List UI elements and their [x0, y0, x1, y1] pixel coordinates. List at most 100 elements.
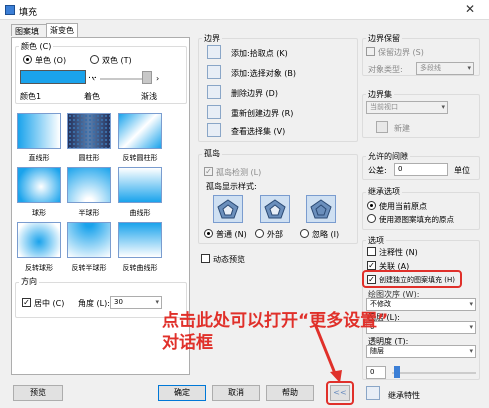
- angle-label: 角度 (L):: [78, 299, 110, 308]
- boundary-set-title: 边界集: [366, 89, 394, 100]
- object-type-value: 多段线: [420, 64, 441, 72]
- select-objects-icon[interactable]: [207, 65, 221, 79]
- island-normal-radio[interactable]: [204, 229, 213, 238]
- transparency-slider-track[interactable]: [392, 372, 476, 374]
- chevron-down-icon: ▾: [469, 347, 473, 355]
- color-group-title: 颜色 (C): [19, 41, 54, 52]
- gradient-label: 曲线形: [129, 209, 151, 217]
- annotative-checkbox[interactable]: [367, 247, 376, 256]
- separate-label: 创建独立的图案填充 (H): [379, 276, 455, 284]
- gradient-linear[interactable]: [17, 113, 61, 149]
- island-outer-radio[interactable]: [255, 229, 264, 238]
- cancel-button[interactable]: 取消: [212, 385, 260, 401]
- island-ignore-icon[interactable]: [306, 195, 336, 223]
- shade-slider-thumb[interactable]: [142, 71, 152, 84]
- chevron-down-icon: ▾: [469, 300, 473, 308]
- annotation-line2: 对话框: [162, 333, 213, 353]
- pentagon-icon: [264, 199, 286, 219]
- chevron-left-icon[interactable]: ‹: [92, 74, 95, 83]
- chevron-down-icon: ▾: [467, 64, 471, 72]
- gradient-invsphere[interactable]: [17, 222, 61, 258]
- island-ignore-radio[interactable]: [300, 229, 309, 238]
- chevron-down-icon: ▾: [155, 298, 159, 306]
- gradient-label: 反转圆柱形: [122, 154, 158, 162]
- select-objects-label[interactable]: 添加:选择对象 (B): [231, 68, 296, 79]
- new-boundary-set-icon[interactable]: [376, 121, 388, 133]
- tolerance-unit: 单位: [454, 166, 470, 175]
- tab-hatch[interactable]: 图案填充: [11, 24, 47, 47]
- gap-title: 允许的间隙: [366, 151, 410, 162]
- island-detect-checkbox[interactable]: ✓: [204, 167, 213, 176]
- new-boundary-set-label[interactable]: 新建: [394, 123, 410, 134]
- transparency-slider-thumb[interactable]: [394, 366, 400, 378]
- center-checkbox[interactable]: ✓: [22, 298, 31, 307]
- gradient-curved[interactable]: [118, 167, 162, 203]
- gradient-hemisphere[interactable]: [67, 167, 111, 203]
- boundary-title: 边界: [202, 33, 222, 44]
- dynamic-preview-label: 动态预览: [213, 255, 245, 264]
- island-style-label: 孤岛显示样式:: [206, 182, 257, 191]
- chevron-down-icon: ▾: [441, 103, 445, 111]
- use-source-origin-label: 使用源图案填充的原点: [379, 215, 454, 224]
- dynamic-preview-checkbox[interactable]: [201, 254, 210, 263]
- angle-select[interactable]: 30 ▾: [110, 296, 162, 309]
- gradient-invcylinder[interactable]: [118, 113, 162, 149]
- chevron-right-icon[interactable]: ›: [156, 74, 159, 83]
- inherit-title: 继承选项: [366, 186, 402, 197]
- single-color-label: 单色 (O): [35, 56, 67, 65]
- annotation-arrow-icon: [313, 323, 342, 383]
- object-type-select[interactable]: 多段线 ▾: [416, 62, 474, 75]
- angle-value: 30: [114, 298, 123, 306]
- recreate-boundary-label[interactable]: 重新创建边界 (R): [231, 108, 293, 119]
- title-bar: [0, 0, 489, 20]
- tolerance-input[interactable]: 0: [394, 163, 448, 176]
- dual-color-radio[interactable]: [90, 55, 99, 64]
- boundary-keep-title: 边界保留: [366, 33, 402, 44]
- separate-checkbox[interactable]: ✓: [367, 275, 376, 284]
- island-detect-label: 孤岛检测 (L): [216, 168, 262, 177]
- transparency-number[interactable]: 0: [366, 366, 386, 379]
- light-label: 渐浅: [141, 92, 157, 101]
- tab-gradient[interactable]: 渐变色: [46, 23, 78, 37]
- use-source-origin-radio[interactable]: [367, 214, 376, 223]
- view-selection-label[interactable]: 查看选择集 (V): [231, 126, 285, 137]
- gradient-invhemisphere[interactable]: [67, 222, 111, 258]
- help-button[interactable]: 帮助: [266, 385, 314, 401]
- gradient-label: 反转曲线形: [122, 264, 158, 272]
- transparency-value: 随层: [370, 347, 384, 355]
- pick-points-icon[interactable]: [207, 45, 221, 59]
- recreate-boundary-icon[interactable]: [207, 105, 221, 119]
- boundary-set-select[interactable]: 当前视口 ▾: [366, 101, 448, 114]
- view-selection-icon[interactable]: [207, 123, 221, 137]
- island-outer-icon[interactable]: [260, 195, 290, 223]
- dual-color-label: 双色 (T): [102, 56, 132, 65]
- island-normal-label: 普通 (N): [216, 230, 247, 239]
- ok-button[interactable]: 确定: [158, 385, 206, 401]
- single-color-radio[interactable]: [23, 55, 32, 64]
- transparency-select[interactable]: 随层 ▾: [366, 345, 476, 358]
- inherit-properties-icon[interactable]: [366, 386, 380, 400]
- use-current-origin-radio[interactable]: [367, 201, 376, 210]
- boundary-set-value: 当前视口: [370, 103, 398, 111]
- color1-label: 颜色1: [20, 92, 42, 101]
- center-label: 居中 (C): [34, 299, 65, 308]
- associative-checkbox[interactable]: ✓: [367, 261, 376, 270]
- close-icon[interactable]: ✕: [465, 2, 475, 16]
- annotative-label: 注释性 (N): [379, 248, 418, 257]
- object-type-label: 对象类型:: [368, 65, 403, 74]
- more-options-button[interactable]: <<: [330, 385, 350, 401]
- preview-button[interactable]: 预览: [13, 385, 63, 401]
- islands-title: 孤岛: [202, 148, 222, 159]
- island-normal-icon[interactable]: [213, 195, 243, 223]
- inherit-properties-label[interactable]: 继承特性: [388, 390, 420, 401]
- gradient-invcurved[interactable]: [118, 222, 162, 258]
- gradient-cylinder[interactable]: [67, 113, 111, 149]
- keep-boundary-checkbox[interactable]: [366, 47, 375, 56]
- gradient-sphere[interactable]: [17, 167, 61, 203]
- pick-points-label[interactable]: 添加:拾取点 (K): [231, 48, 288, 59]
- color1-swatch[interactable]: [20, 70, 86, 84]
- remove-boundary-label[interactable]: 删除边界 (D): [231, 88, 278, 99]
- tolerance-label: 公差:: [368, 166, 387, 175]
- window-title: 填充: [19, 8, 38, 18]
- remove-boundary-icon[interactable]: [207, 85, 221, 99]
